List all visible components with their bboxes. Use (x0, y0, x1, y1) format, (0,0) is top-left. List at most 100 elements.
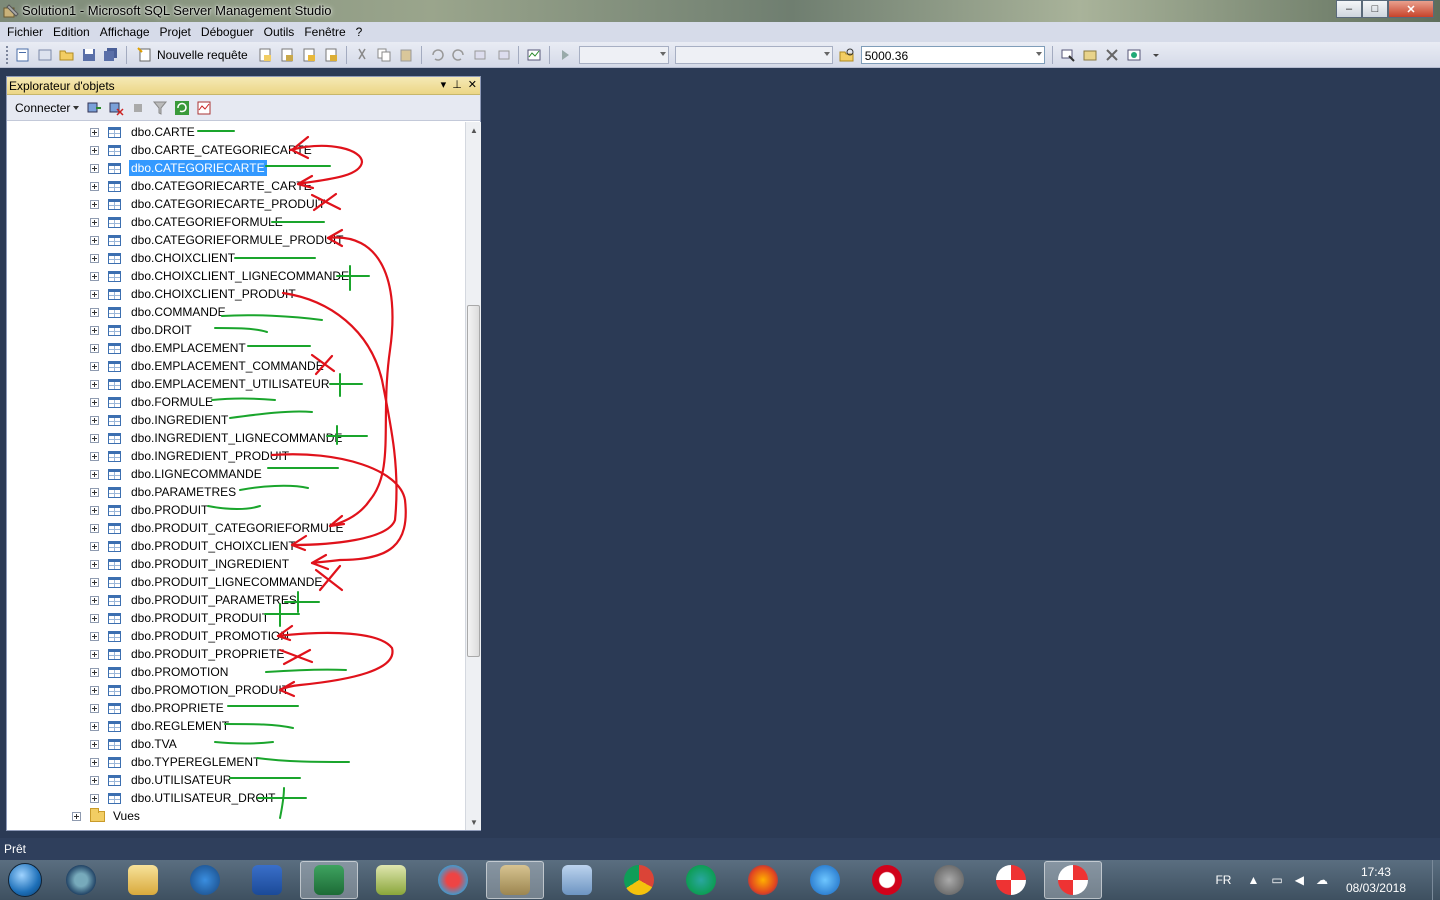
taskbar-app-lifesaver-1[interactable] (982, 861, 1040, 899)
expand-icon[interactable] (90, 613, 99, 623)
expand-icon[interactable] (90, 289, 99, 299)
activity-monitor-panel-icon[interactable] (195, 99, 213, 117)
expand-icon[interactable] (90, 235, 99, 245)
menu-deboguer[interactable]: Déboguer (196, 25, 259, 39)
menu-fenetre[interactable]: Fenêtre (299, 25, 350, 39)
tree-table-row[interactable]: dbo.PRODUIT_CHOIXCLIENT (90, 537, 298, 555)
taskbar-app-ie[interactable] (796, 861, 854, 899)
tree-table-row[interactable]: dbo.PROPRIETE (90, 699, 226, 717)
expand-icon[interactable] (90, 775, 99, 785)
expand-icon[interactable] (90, 163, 99, 173)
expand-icon[interactable] (90, 703, 99, 713)
taskbar-app-word[interactable] (238, 861, 296, 899)
refresh-icon[interactable] (173, 99, 191, 117)
tree-table-row[interactable]: dbo.TVA (90, 735, 179, 753)
tree-table-row[interactable]: dbo.PRODUIT_PRODUIT (90, 609, 271, 627)
expand-icon[interactable] (90, 361, 99, 371)
expand-icon[interactable] (72, 811, 81, 821)
tree-table-row[interactable]: dbo.INGREDIENT_LIGNECOMMANDE (90, 429, 344, 447)
solution-configuration-combo[interactable] (578, 45, 669, 64)
tree-table-row[interactable]: dbo.DROIT (90, 321, 194, 339)
find-in-files-icon[interactable] (838, 46, 856, 64)
tree-table-row[interactable]: dbo.CATEGORIECARTE (90, 159, 268, 177)
taskbar-app-gitkraken[interactable] (672, 861, 730, 899)
expand-icon[interactable] (90, 397, 99, 407)
solution-platform-combo[interactable] (674, 45, 833, 64)
expand-icon[interactable] (90, 541, 99, 551)
tree-table-row[interactable]: dbo.CATEGORIEFORMULE (90, 213, 285, 231)
expand-icon[interactable] (90, 523, 99, 533)
taskbar-app-sync[interactable] (52, 861, 110, 899)
tree-table-row[interactable]: dbo.EMPLACEMENT (90, 339, 248, 357)
expand-icon[interactable] (90, 757, 99, 767)
tree-table-row[interactable]: dbo.PRODUIT (90, 501, 210, 519)
tree-table-row[interactable]: dbo.FORMULE (90, 393, 215, 411)
tree-table-row[interactable]: dbo.PROMOTION_PRODUIT (90, 681, 291, 699)
expand-icon[interactable] (90, 631, 99, 641)
connect-object-explorer-icon[interactable] (85, 99, 103, 117)
taskbar-app-explorer[interactable] (114, 861, 172, 899)
tree-table-row[interactable]: dbo.EMPLACEMENT_UTILISATEUR (90, 375, 332, 393)
tree-table-row[interactable]: dbo.CHOIXCLIENT_PRODUIT (90, 285, 298, 303)
paste-icon[interactable] (397, 46, 415, 64)
toolbar-options-chevron-icon[interactable] (1147, 46, 1165, 64)
scroll-down-icon[interactable]: ▼ (466, 814, 482, 830)
properties-tools-icon[interactable] (1103, 46, 1121, 64)
tree-table-row[interactable]: dbo.PRODUIT_LIGNECOMMANDE (90, 573, 324, 591)
start-button[interactable] (0, 860, 50, 900)
filter-icon[interactable] (151, 99, 169, 117)
menu-projet[interactable]: Projet (155, 25, 196, 39)
close-button[interactable]: ✕ (1388, 0, 1434, 18)
tree-table-row[interactable]: dbo.INGREDIENT (90, 411, 230, 429)
navigate-backward-icon[interactable] (472, 46, 490, 64)
expand-icon[interactable] (90, 685, 99, 695)
tree-table-row[interactable]: dbo.CATEGORIEFORMULE_PRODUIT (90, 231, 345, 249)
save-icon[interactable] (80, 46, 98, 64)
clock[interactable]: 17:43 08/03/2018 (1346, 864, 1406, 896)
new-project-icon[interactable] (14, 46, 32, 64)
toolbox-icon[interactable] (1125, 46, 1143, 64)
tree-table-row[interactable]: dbo.PRODUIT_CATEGORIEFORMULE (90, 519, 345, 537)
expand-icon[interactable] (90, 325, 99, 335)
expand-icon[interactable] (90, 127, 99, 137)
taskbar-app-ssms[interactable] (486, 861, 544, 899)
tree-table-row[interactable]: dbo.CHOIXCLIENT_LIGNECOMMANDE (90, 267, 351, 285)
add-item-icon[interactable] (36, 46, 54, 64)
menu-edition[interactable]: Edition (48, 25, 95, 39)
pin-icon[interactable]: ⊥ (452, 78, 462, 91)
tree-table-row[interactable]: dbo.COMMANDE (90, 303, 228, 321)
expand-icon[interactable] (90, 487, 99, 497)
analysis-mdx-query-icon[interactable] (278, 46, 296, 64)
tree-vertical-scrollbar[interactable]: ▲ ▼ (465, 122, 481, 830)
menu-outils[interactable]: Outils (259, 25, 300, 39)
menu-help[interactable]: ? (351, 25, 368, 39)
taskbar-app-excel[interactable] (300, 861, 358, 899)
tree-table-row[interactable]: dbo.PRODUIT_PROMOTION (90, 627, 291, 645)
tree-table-row[interactable]: dbo.CARTE (90, 123, 197, 141)
menu-affichage[interactable]: Affichage (95, 25, 155, 39)
volume-icon[interactable]: ◀ (1295, 873, 1304, 887)
expand-icon[interactable] (90, 253, 99, 263)
taskbar-app-gimp[interactable] (920, 861, 978, 899)
expand-icon[interactable] (90, 793, 99, 803)
expand-icon[interactable] (90, 559, 99, 569)
tree-table-row[interactable]: dbo.REGLEMENT (90, 717, 231, 735)
expand-icon[interactable] (90, 739, 99, 749)
taskbar-app-lifesaver-2[interactable] (1044, 861, 1102, 899)
taskbar-app-firefox[interactable] (734, 861, 792, 899)
expand-icon[interactable] (90, 217, 99, 227)
toolbar-grip[interactable] (6, 45, 9, 64)
expand-icon[interactable] (90, 181, 99, 191)
disconnect-icon[interactable] (107, 99, 125, 117)
panel-dropdown-icon[interactable]: ▾ (441, 78, 447, 91)
taskbar-app-chrome[interactable] (610, 861, 668, 899)
expand-icon[interactable] (90, 307, 99, 317)
new-query-button[interactable]: Nouvelle requête (131, 46, 254, 63)
cloud-sync-icon[interactable]: ☁ (1316, 873, 1328, 887)
taskbar-app-paint[interactable] (424, 861, 482, 899)
activity-monitor-icon[interactable] (525, 46, 543, 64)
minimize-button[interactable]: – (1336, 0, 1362, 18)
connect-button[interactable]: Connecter (11, 101, 83, 115)
show-desktop-button[interactable] (1432, 860, 1440, 900)
tree-table-row[interactable]: dbo.CATEGORIECARTE_PRODUIT (90, 195, 327, 213)
